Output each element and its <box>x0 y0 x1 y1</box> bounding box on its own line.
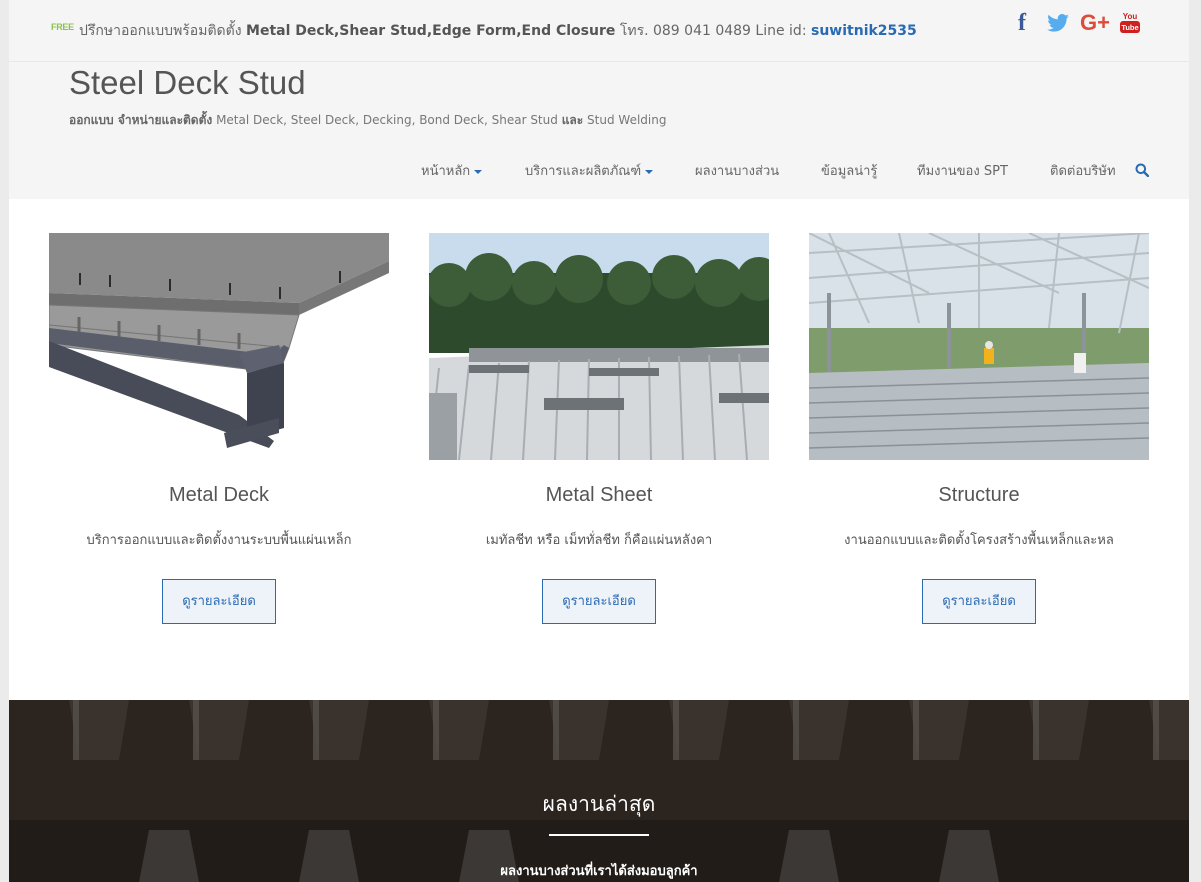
metal-deck-image[interactable] <box>49 233 389 460</box>
tagline-items: Metal Deck, Steel Deck, Decking, Bond De… <box>212 113 562 127</box>
latest-works-title: ผลงานล่าสุด <box>542 792 656 816</box>
nav-item-info[interactable]: ข้อมูลน่ารู้ <box>821 160 877 181</box>
tagline-and: และ <box>561 113 584 127</box>
nav-services-label: บริการและผลิตภัณฑ์ <box>525 164 642 179</box>
service-title: Metal Sheet <box>545 484 653 506</box>
service-card-metal-sheet: Metal Sheet เมทัลชีท หรือ เม็ททั่ลชีท ก็… <box>429 233 769 624</box>
tagline-tail: Stud Welding <box>583 113 667 127</box>
nav-home-label: หน้าหลัก <box>421 164 471 179</box>
page: FREE ปรึกษาออกแบบพร้อมติดตั้ง Metal Deck… <box>9 0 1189 882</box>
topbar-phone: โทร. 089 041 0489 Line id: <box>615 23 811 39</box>
nav-item-services[interactable]: บริการและผลิตภัณฑ์ <box>525 160 654 181</box>
view-details-button[interactable]: ดูรายละเอียด <box>922 579 1036 624</box>
service-card-metal-deck: Metal Deck บริการออกแบบและติดตั้งงานระบบ… <box>49 233 389 624</box>
search-icon[interactable] <box>1135 163 1149 177</box>
latest-works-subtitle: ผลงานบางส่วนที่เราได้ส่งมอบลูกค้า <box>500 864 698 879</box>
chevron-down-icon <box>645 169 654 174</box>
twitter-icon[interactable] <box>1045 10 1071 36</box>
facebook-icon[interactable]: f <box>1012 10 1032 36</box>
structure-image[interactable] <box>809 233 1149 460</box>
nav-team-label: ทีมงานของ SPT <box>917 164 1008 179</box>
services-section: Metal Deck บริการออกแบบและติดตั้งงานระบบ… <box>9 199 1189 700</box>
latest-works-section: ผลงานล่าสุด ผลงานบางส่วนที่เราได้ส่งมอบล… <box>9 700 1189 882</box>
service-description: เมทัลชีท หรือ เม็ททั่ลชีท ก็คือแผ่นหลังค… <box>485 533 713 548</box>
line-id: suwitnik2535 <box>811 23 917 39</box>
google-plus-icon[interactable]: G+ <box>1077 10 1113 36</box>
nav-item-portfolio[interactable]: ผลงานบางส่วน <box>695 160 779 181</box>
nav-info-label: ข้อมูลน่ารู้ <box>821 164 878 179</box>
site-title[interactable]: Steel Deck Stud <box>69 64 306 102</box>
free-badge: FREE <box>51 22 74 32</box>
service-description: บริการออกแบบและติดตั้งงานระบบพื้นแผ่นเหล… <box>86 533 352 548</box>
chevron-down-icon <box>474 169 483 174</box>
nav-contact-label: ติดต่อบริษัท <box>1050 164 1116 179</box>
service-title: Metal Deck <box>168 484 270 506</box>
youtube-logo-icon: You Tube <box>1120 12 1140 33</box>
service-description: งานออกแบบและติดตั้งโครงสร้างพื้นเหล็กและ… <box>844 533 1114 548</box>
twitter-bird-icon <box>1047 14 1069 32</box>
nav-item-team[interactable]: ทีมงานของ SPT <box>917 160 1008 181</box>
metal-sheet-image[interactable] <box>429 233 769 460</box>
nav-item-contact[interactable]: ติดต่อบริษัท <box>1050 160 1116 181</box>
site-tagline: ออกแบบ จำหน่ายและติดตั้ง Metal Deck, Ste… <box>69 111 666 130</box>
view-details-button[interactable]: ดูรายละเอียด <box>542 579 656 624</box>
youtube-top-text: You <box>1123 12 1138 21</box>
nav-portfolio-label: ผลงานบางส่วน <box>695 164 780 179</box>
topbar: FREE ปรึกษาออกแบบพร้อมติดตั้ง Metal Deck… <box>9 0 1189 62</box>
topbar-prefix: ปรึกษาออกแบบพร้อมติดตั้ง <box>79 23 247 39</box>
facebook-letter: f <box>1018 9 1026 36</box>
topbar-contact-text: ปรึกษาออกแบบพร้อมติดตั้ง Metal Deck,Shea… <box>79 20 917 42</box>
title-divider <box>549 834 649 836</box>
service-card-structure: Structure งานออกแบบและติดตั้งโครงสร้างพื… <box>809 233 1149 624</box>
youtube-bottom-text: Tube <box>1121 23 1138 32</box>
main-nav: หน้าหลัก บริการและผลิตภัณฑ์ ผลงานบางส่วน… <box>9 160 1189 182</box>
nav-item-home[interactable]: หน้าหลัก <box>421 160 483 181</box>
youtube-icon[interactable]: You Tube <box>1119 10 1141 36</box>
google-plus-label: G+ <box>1080 10 1110 35</box>
topbar-products: Metal Deck,Shear Stud,Edge Form,End Clos… <box>246 23 616 39</box>
view-details-button[interactable]: ดูรายละเอียด <box>162 579 276 624</box>
service-title: Structure <box>938 484 1020 506</box>
tagline-lead: ออกแบบ จำหน่ายและติดตั้ง <box>69 113 213 127</box>
